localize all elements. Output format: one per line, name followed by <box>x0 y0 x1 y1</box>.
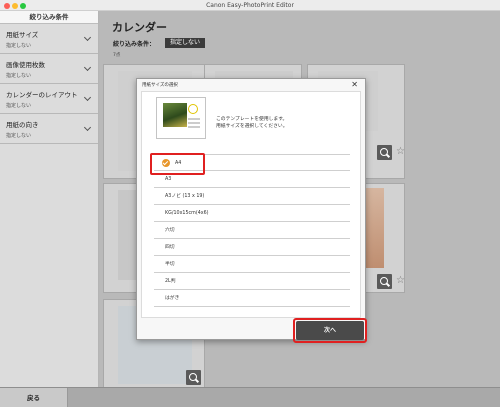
filter-paper-size[interactable]: 用紙サイズ 指定しない <box>0 24 98 54</box>
option-label: KG/10x15cm(4x6) <box>165 211 209 216</box>
preview-photo <box>163 103 187 127</box>
result-count: 7点 <box>113 53 121 58</box>
dialog-message: このテンプレートを使用します。 用紙サイズを選択してください。 <box>216 116 288 130</box>
preview-calendar-lines <box>188 118 200 120</box>
title-bar: Canon Easy-PhotoPrint Editor <box>0 0 500 11</box>
template-preview <box>156 97 206 139</box>
filter-paper-orientation[interactable]: 用紙の向き 指定しない <box>0 114 98 144</box>
filter-value: 指定しない <box>6 73 32 79</box>
star-icon[interactable]: ☆ <box>396 146 405 157</box>
filter-image-count[interactable]: 画像使用枚数 指定しない <box>0 54 98 84</box>
paper-size-option-kg[interactable]: KG/10x15cm(4x6) <box>154 205 350 222</box>
filter-value: 指定しない <box>6 43 32 49</box>
back-button[interactable]: 戻る <box>0 388 68 407</box>
message-line-2: 用紙サイズを選択してください。 <box>216 124 288 129</box>
paper-size-option-a3[interactable]: A3 <box>154 171 350 188</box>
option-label: 六切 <box>165 228 175 233</box>
preview-clock-graphic <box>188 104 198 114</box>
close-icon[interactable]: ✕ <box>351 80 358 90</box>
star-icon[interactable]: ☆ <box>396 275 405 286</box>
paper-size-list: A4 A3 A3ノビ (13 x 19) KG/10x15cm(4x6) 六切 … <box>154 154 350 307</box>
zoom-icon[interactable] <box>377 145 392 160</box>
paper-size-option-hangiri[interactable]: 半切 <box>154 256 350 273</box>
message-line-1: このテンプレートを使用します。 <box>216 117 288 122</box>
option-label: 2L判 <box>165 279 176 284</box>
zoom-icon[interactable] <box>377 274 392 289</box>
dialog-body: このテンプレートを使用します。 用紙サイズを選択してください。 A4 A3 A3… <box>141 91 361 318</box>
filter-value: 指定しない <box>6 133 32 139</box>
page-title: カレンダー <box>112 21 167 34</box>
option-label: A3 <box>165 177 172 182</box>
option-label: 半切 <box>165 262 175 267</box>
option-label: はがき <box>165 296 180 301</box>
option-label: A3ノビ (13 x 19) <box>165 194 205 199</box>
paper-size-option-yotsugiri[interactable]: 四切 <box>154 239 350 256</box>
filter-sidebar: 絞り込み条件 用紙サイズ 指定しない 画像使用枚数 指定しない カレンダーのレイ… <box>0 11 99 387</box>
bottom-bar: 戻る <box>0 387 500 407</box>
check-icon <box>162 159 170 167</box>
paper-size-option-rokugiri[interactable]: 六切 <box>154 222 350 239</box>
filter-calendar-layout[interactable]: カレンダーのレイアウト 指定しない <box>0 84 98 114</box>
zoom-icon[interactable] <box>186 370 201 385</box>
sidebar-heading: 絞り込み条件 <box>0 11 98 24</box>
filter-value: 指定しない <box>6 103 32 109</box>
option-label: 四切 <box>165 245 175 250</box>
condition-label: 絞り込み条件： <box>113 41 156 48</box>
paper-size-option-2l[interactable]: 2L判 <box>154 273 350 290</box>
dialog-header: 用紙サイズの選択 ✕ <box>137 79 365 91</box>
option-label: A4 <box>175 161 182 166</box>
window-title: Canon Easy-PhotoPrint Editor <box>206 2 294 9</box>
paper-size-option-a4[interactable]: A4 <box>154 154 350 171</box>
condition-badge: 指定しない <box>165 38 206 48</box>
paper-size-option-postcard[interactable]: はがき <box>154 290 350 307</box>
paper-size-dialog: 用紙サイズの選択 ✕ このテンプレートを使用します。 用紙サイズを選択してくださ… <box>136 78 366 340</box>
dialog-title: 用紙サイズの選択 <box>142 83 178 88</box>
next-button[interactable]: 次へ <box>296 321 364 340</box>
paper-size-option-a3-nobi[interactable]: A3ノビ (13 x 19) <box>154 188 350 205</box>
